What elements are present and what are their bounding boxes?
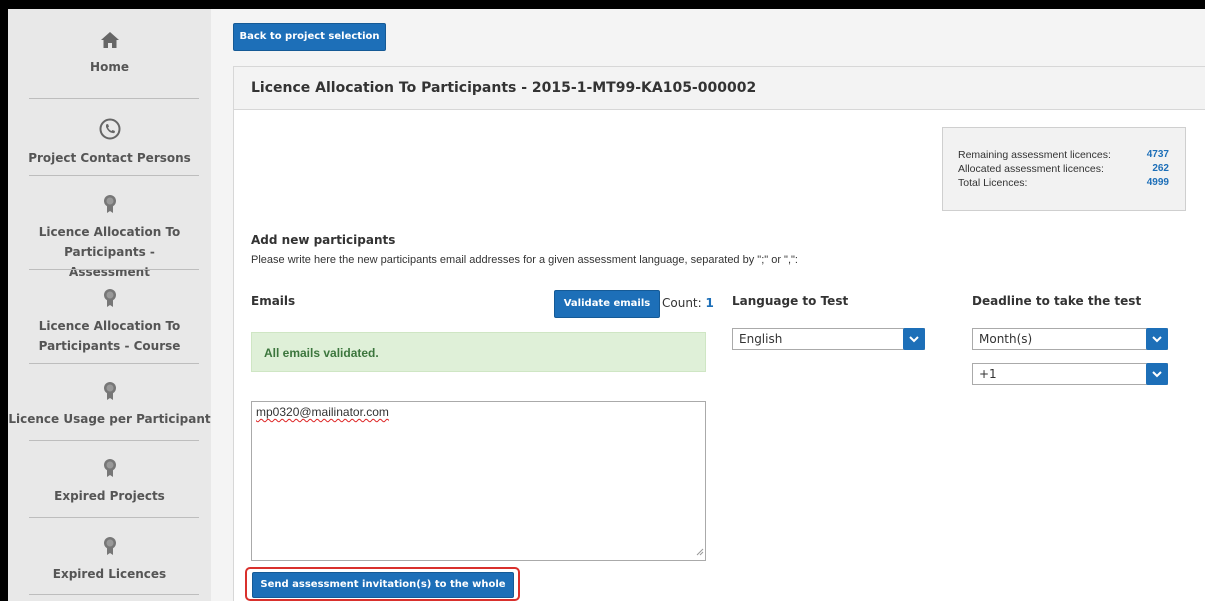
total-licences-value: 4999 <box>1146 177 1169 188</box>
home-icon <box>8 31 211 55</box>
phone-icon <box>8 118 211 146</box>
sidebar-item-label: Licence Usage per Participant <box>8 412 211 426</box>
page-title: Licence Allocation To Participants - 201… <box>234 67 1205 110</box>
emails-header: Emails <box>251 294 296 308</box>
sidebar-divider <box>29 363 199 364</box>
deadline-unit-select[interactable]: Month(s) <box>972 328 1168 350</box>
allocated-licences-value: 262 <box>1152 163 1169 174</box>
language-select[interactable]: English <box>732 328 925 350</box>
validation-success-alert: All emails validated. <box>251 332 706 372</box>
deadline-amount-value: +1 <box>979 367 997 381</box>
sidebar-divider <box>29 440 199 441</box>
sidebar-divider <box>29 98 199 99</box>
sidebar-item-licence-usage[interactable]: Licence Usage per Participant <box>8 381 211 429</box>
sidebar-divider <box>29 175 199 176</box>
sidebar-item-contact-persons[interactable]: Project Contact Persons <box>8 118 211 168</box>
main-content: Back to project selection Licence Alloca… <box>211 9 1205 601</box>
sidebar-item-expired-projects[interactable]: Expired Projects <box>8 458 211 506</box>
total-licences-label: Total Licences: <box>958 177 1028 189</box>
sidebar-divider <box>29 517 199 518</box>
chevron-down-icon <box>1146 363 1168 385</box>
award-icon <box>8 288 211 314</box>
resize-handle-icon[interactable] <box>696 545 704 559</box>
sidebar-item-home[interactable]: Home <box>8 31 211 77</box>
back-to-project-selection-button[interactable]: Back to project selection <box>233 23 386 51</box>
award-icon <box>8 536 211 562</box>
sidebar-item-label: Home <box>90 60 129 74</box>
emails-textarea[interactable]: mp0320@mailinator.com <box>251 401 706 561</box>
count-label: Count: <box>662 296 702 310</box>
sidebar-divider <box>29 269 199 270</box>
sidebar: Home Project Contact Persons Licence All… <box>8 9 212 601</box>
sidebar-item-allocation-course[interactable]: Licence Allocation To Participants - Cou… <box>8 288 211 356</box>
allocated-licences-label: Allocated assessment licences: <box>958 163 1104 175</box>
sidebar-item-expired-licences[interactable]: Expired Licences <box>8 536 211 584</box>
deadline-header: Deadline to take the test <box>972 294 1142 308</box>
chevron-down-icon <box>903 328 925 350</box>
send-invitations-highlight: Send assessment invitation(s) to the who… <box>245 567 520 601</box>
remaining-licences-label: Remaining assessment licences: <box>958 149 1111 161</box>
language-header: Language to Test <box>732 294 849 308</box>
send-invitations-button[interactable]: Send assessment invitation(s) to the who… <box>252 572 514 598</box>
sidebar-item-label: Project Contact Persons <box>28 151 191 165</box>
add-participants-title: Add new participants <box>251 233 396 247</box>
validate-emails-button[interactable]: Validate emails <box>554 290 660 318</box>
deadline-amount-select[interactable]: +1 <box>972 363 1168 385</box>
sidebar-item-label: Expired Projects <box>54 489 165 503</box>
award-icon <box>8 458 211 484</box>
count-value: 1 <box>705 296 714 310</box>
award-icon <box>8 194 211 220</box>
sidebar-item-label: Expired Licences <box>52 567 167 581</box>
remaining-licences-value: 4737 <box>1146 149 1169 160</box>
sidebar-divider <box>29 594 199 595</box>
award-icon <box>8 381 211 407</box>
allocation-panel: Licence Allocation To Participants - 201… <box>233 66 1205 601</box>
sidebar-item-label: Licence Allocation To Participants - Ass… <box>38 225 181 279</box>
add-participants-description: Please write here the new participants e… <box>251 254 798 266</box>
language-selected-value: English <box>739 332 783 346</box>
licence-summary-box: Remaining assessment licences: 4737 Allo… <box>942 127 1186 211</box>
app-frame: Home Project Contact Persons Licence All… <box>8 9 1205 601</box>
sidebar-item-label: Licence Allocation To Participants - Cou… <box>38 319 181 353</box>
email-entry: mp0320@mailinator.com <box>256 405 389 419</box>
chevron-down-icon <box>1146 328 1168 350</box>
deadline-unit-value: Month(s) <box>979 332 1033 346</box>
email-count: Count: 1 <box>662 296 714 310</box>
